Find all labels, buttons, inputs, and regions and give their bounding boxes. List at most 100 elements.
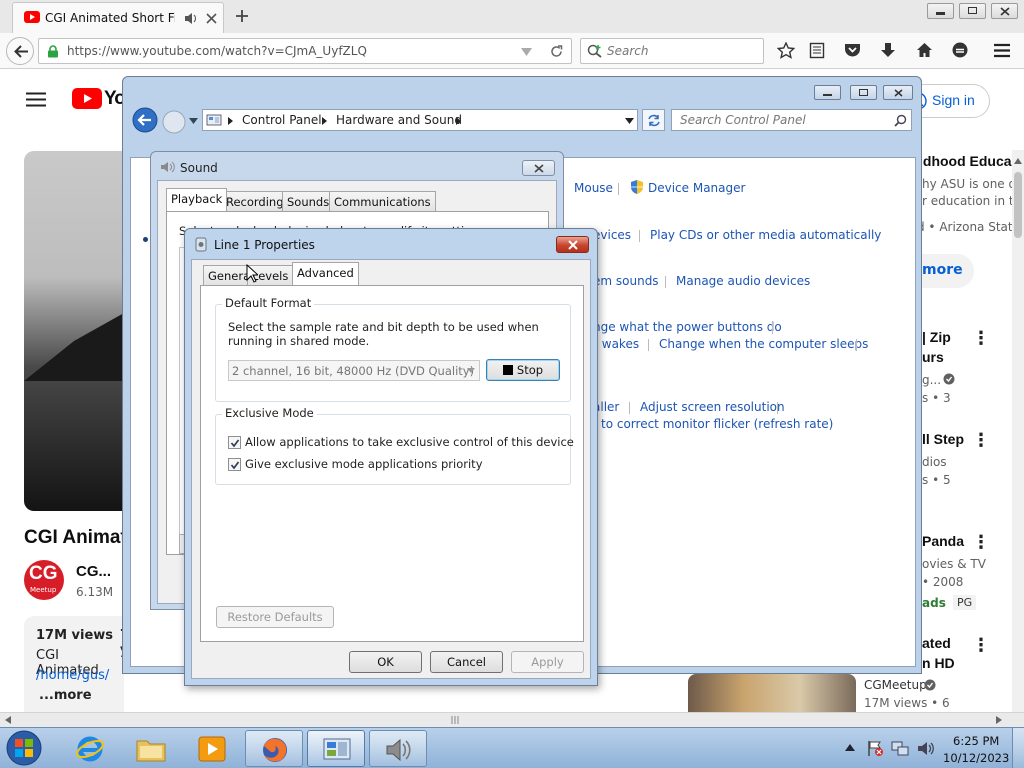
wakes-link[interactable]: r wakes	[593, 337, 639, 351]
suggestion-3-more-icon[interactable]: ⋮	[972, 430, 990, 451]
scroll-left-icon[interactable]	[5, 716, 11, 724]
suggestion-1-title[interactable]: ldhood Educa	[919, 153, 1012, 169]
close-tab-icon[interactable]	[206, 13, 217, 24]
network-icon[interactable]	[891, 740, 909, 757]
devices-link[interactable]: evices	[593, 228, 631, 242]
exclusive-priority-label[interactable]: Give exclusive mode applications priorit…	[245, 457, 483, 471]
restore-button[interactable]	[959, 3, 986, 19]
browser-tab[interactable]: CGI Animated Short Fil...	[12, 2, 224, 33]
channel-name[interactable]: CG...	[76, 563, 111, 580]
suggestion-4-more-icon[interactable]: ⋮	[972, 532, 990, 553]
taskbar-file-explorer[interactable]	[122, 730, 180, 767]
scroll-up-icon[interactable]	[1014, 158, 1022, 164]
tab-sounds[interactable]: Sounds	[282, 191, 335, 211]
description-link[interactable]: /home/gus/	[36, 668, 109, 683]
taskbar-internet-explorer[interactable]	[61, 730, 119, 767]
channel-avatar[interactable]: CG Meetup	[24, 560, 64, 600]
bookmark-star-icon[interactable]	[777, 42, 795, 59]
cp-forward-icon[interactable]	[161, 109, 187, 135]
breadcrumb-arrow-icon[interactable]	[322, 117, 327, 125]
suggestion-5-title2[interactable]: n HD	[922, 655, 955, 671]
mouse-link[interactable]: Mouse	[574, 181, 613, 195]
clock-date[interactable]: 10/12/2023	[943, 751, 1009, 765]
cp-maximize-button[interactable]	[850, 85, 877, 100]
cp-close-button[interactable]	[883, 85, 913, 100]
cp-refresh-button[interactable]	[642, 109, 665, 131]
download-icon[interactable]	[880, 42, 896, 59]
close-window-button[interactable]	[991, 3, 1018, 19]
suggestion-2-more-icon[interactable]: ⋮	[972, 328, 990, 349]
volume-icon[interactable]	[917, 740, 935, 757]
pocket-icon[interactable]	[844, 42, 861, 58]
monitor-flicker-link[interactable]: to correct monitor flicker (refresh rate…	[601, 417, 833, 431]
reading-list-icon[interactable]	[809, 42, 825, 59]
show-hidden-icons-icon[interactable]	[845, 744, 855, 751]
suggestion-5-title1[interactable]: ated	[922, 635, 951, 651]
system-sounds-link[interactable]: em sounds	[593, 274, 659, 288]
show-more-link[interactable]: ...more	[39, 688, 92, 703]
breadcrumb-arrow-icon[interactable]	[228, 117, 233, 125]
menu-icon[interactable]	[993, 43, 1011, 58]
dropdown-icon[interactable]	[521, 48, 532, 56]
suggestion-2-title2[interactable]: urs	[922, 349, 944, 365]
screen-resolution-link[interactable]: Adjust screen resolution	[640, 400, 785, 414]
show-desktop-button[interactable]	[1012, 728, 1024, 768]
suggestion-5-more-icon[interactable]: ⋮	[972, 635, 990, 656]
scrollbar-grip-icon[interactable]	[451, 716, 461, 724]
suggestion-3-title[interactable]: ll Step	[922, 431, 964, 447]
properties-close-button[interactable]	[556, 236, 589, 253]
sound-close-button[interactable]	[522, 160, 555, 176]
ok-button[interactable]: OK	[349, 651, 422, 673]
tab-playback[interactable]: Playback	[166, 188, 228, 211]
url-bar[interactable]: https://www.youtube.com/watch?v=CJmA_Uyf…	[38, 38, 572, 64]
minimize-button[interactable]	[927, 3, 954, 19]
sleep-link[interactable]: Change when the computer sleeps	[659, 337, 868, 351]
scrollbar-thumb[interactable]	[1014, 172, 1022, 238]
manage-audio-link[interactable]: Manage audio devices	[676, 274, 810, 288]
video-player[interactable]	[24, 151, 124, 511]
taskbar-media-player[interactable]	[183, 730, 241, 767]
exclusive-control-checkbox[interactable]	[228, 436, 241, 449]
hamburger-menu-icon[interactable]	[26, 92, 46, 107]
browser-search-box[interactable]: Search	[580, 38, 764, 64]
back-button[interactable]	[6, 37, 34, 65]
page-scrollbar[interactable]	[1012, 150, 1024, 712]
taskbar-sound[interactable]	[369, 730, 427, 767]
tab-advanced[interactable]: Advanced	[292, 262, 359, 285]
cp-back-icon[interactable]	[132, 107, 158, 133]
cp-search-box[interactable]: Search Control Panel	[671, 109, 912, 131]
suggestion-2-title1[interactable]: | Zip	[922, 329, 951, 345]
tab-recording[interactable]: Recording	[221, 191, 289, 211]
new-tab-icon[interactable]	[235, 9, 249, 23]
cp-minimize-button[interactable]	[814, 85, 841, 100]
home-icon[interactable]	[916, 42, 933, 58]
youtube-logo-icon[interactable]	[72, 88, 102, 109]
scroll-right-icon[interactable]	[996, 716, 1002, 724]
description-box[interactable]: 17M views 7 y CGI Animated /home/gus/ ..…	[24, 616, 129, 712]
tab-communications[interactable]: Communications	[329, 191, 436, 211]
play-cds-link[interactable]: Play CDs or other media automatically	[650, 228, 881, 242]
horizontal-scrollbar[interactable]	[0, 712, 1024, 727]
cp-address-bar[interactable]: Control Panel Hardware and Sound	[202, 109, 638, 131]
address-dropdown-icon[interactable]	[625, 118, 634, 124]
exclusive-control-label[interactable]: Allow applications to take exclusive con…	[245, 435, 574, 449]
taskbar-firefox[interactable]	[245, 730, 303, 767]
suggestion-6-thumbnail[interactable]	[688, 674, 856, 712]
speaker-icon[interactable]	[184, 12, 198, 25]
exclusive-priority-checkbox[interactable]	[228, 458, 241, 471]
restore-defaults-button[interactable]: Restore Defaults	[216, 606, 334, 628]
stop-button[interactable]: Stop	[486, 359, 560, 381]
action-center-flag-icon[interactable]	[866, 740, 884, 757]
suggestion-4-title[interactable]: Panda	[922, 533, 964, 549]
reload-icon[interactable]	[550, 45, 563, 58]
breadcrumb-control-panel[interactable]: Control Panel	[242, 113, 322, 127]
cancel-button[interactable]: Cancel	[430, 651, 503, 673]
taskbar-control-panel[interactable]	[307, 730, 365, 767]
device-manager-link[interactable]: Device Manager	[648, 181, 745, 195]
chat-icon[interactable]	[951, 42, 969, 59]
apply-button[interactable]: Apply	[511, 651, 584, 673]
breadcrumb-arrow-icon[interactable]	[456, 117, 461, 125]
clock-time[interactable]: 6:25 PM	[953, 734, 999, 748]
cp-history-dropdown-icon[interactable]	[189, 118, 198, 124]
breadcrumb-hardware-sound[interactable]: Hardware and Sound	[336, 113, 462, 127]
